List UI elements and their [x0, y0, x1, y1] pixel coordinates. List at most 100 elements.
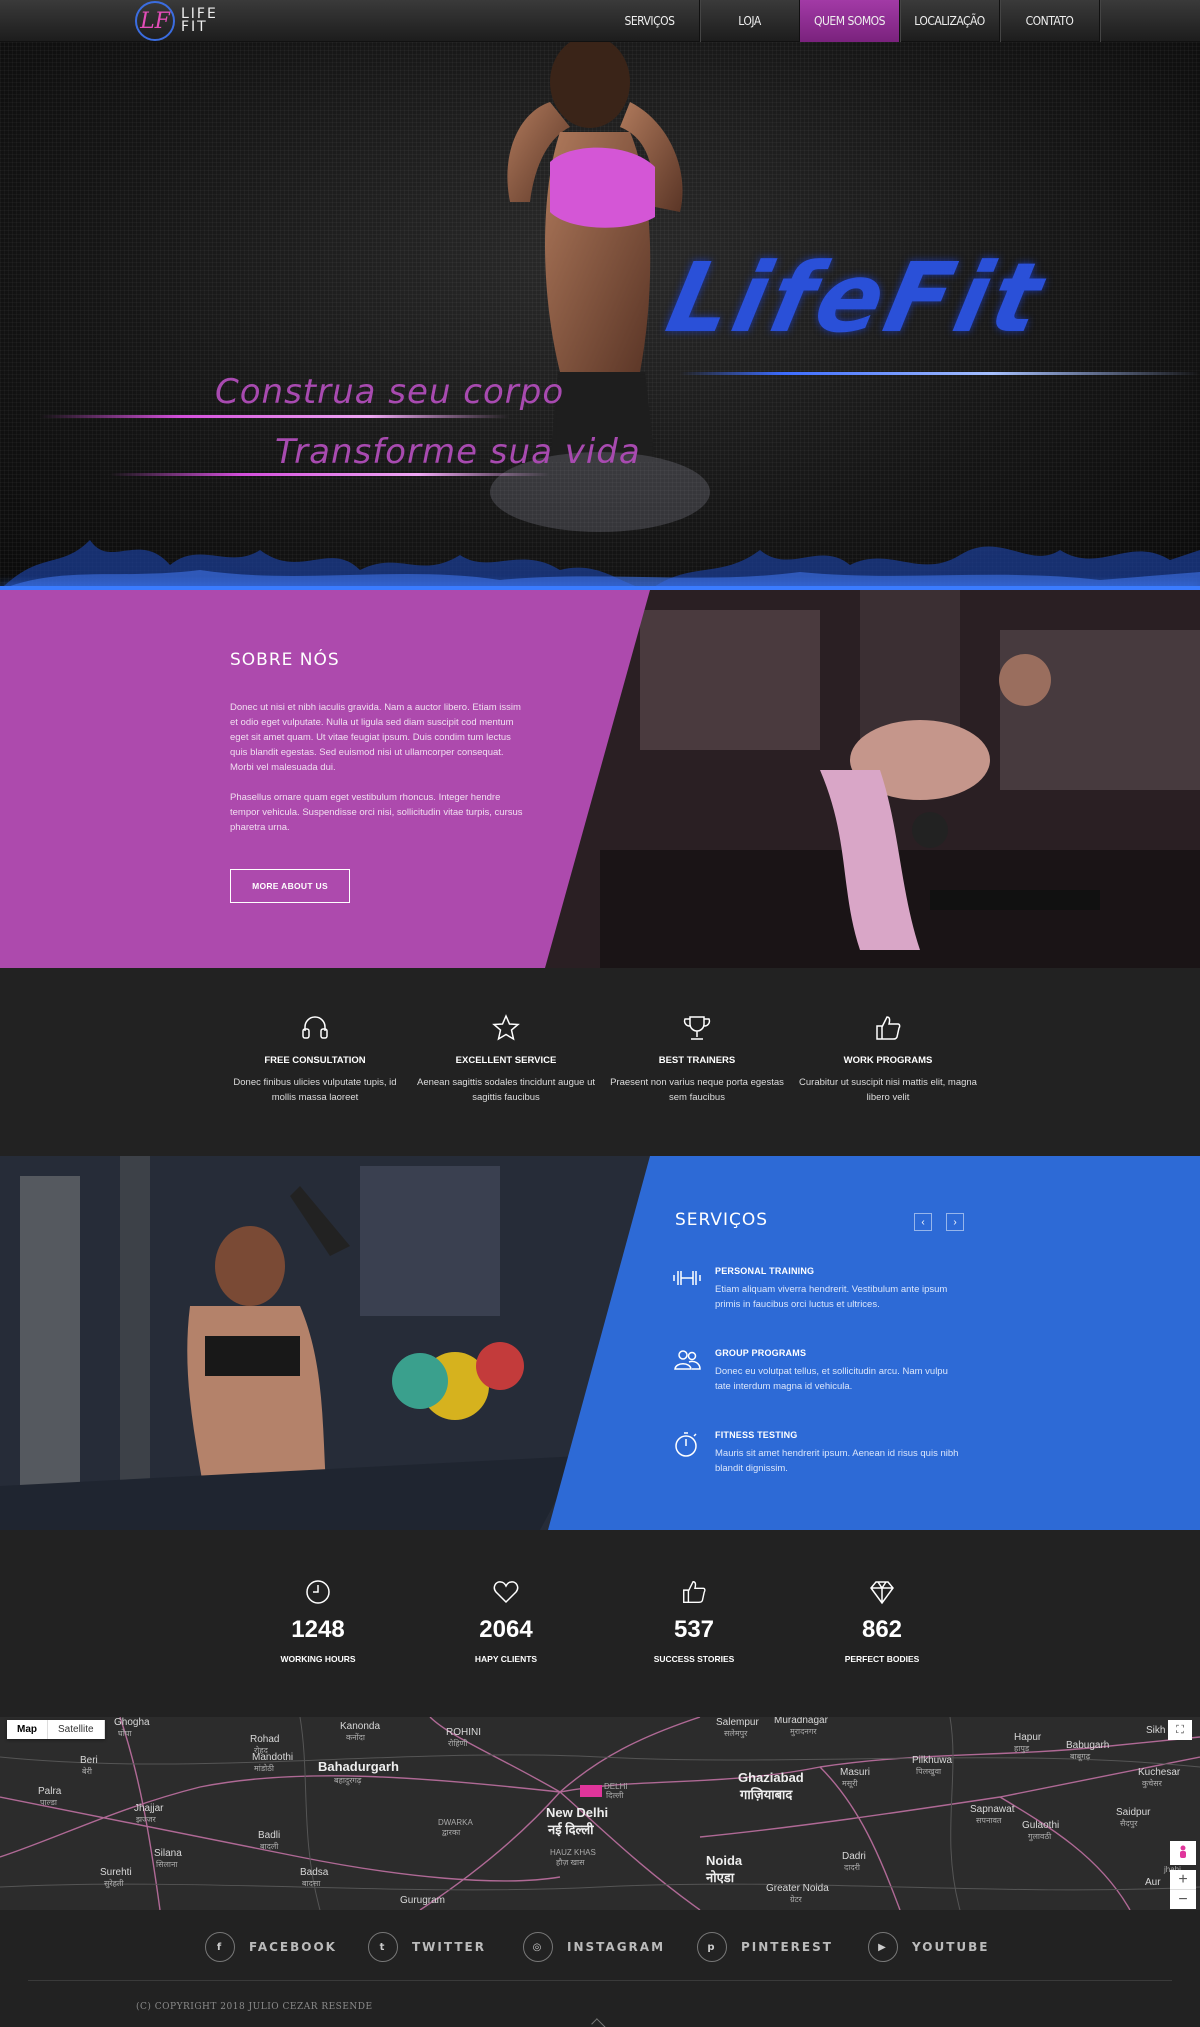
map-label: ROHINI: [446, 1727, 481, 1738]
map-label: हापुड़: [1014, 1744, 1030, 1753]
feature-title: BEST TRAINERS: [658, 1055, 736, 1066]
map-label: Muradnagar: [774, 1717, 828, 1726]
feature-title: FREE CONSULTATION: [264, 1055, 366, 1066]
diamond-icon: [870, 1581, 894, 1605]
hero-brand-glow-line: [680, 372, 1200, 375]
map-label: Babugarh: [1066, 1740, 1110, 1751]
menu-item-quem-somos[interactable]: QUEM SOMOS: [800, 0, 900, 42]
location-map[interactable]: Ghogha घोघा Kanonda कनोंदा ROHINI रोहिणी…: [0, 1717, 1200, 1910]
feature-item: BEST TRAINERS Praesent non varius neque …: [602, 1013, 792, 1105]
service-desc: Etiam aliquam viverra hendrerit. Vestibu…: [715, 1284, 948, 1310]
about-section: SOBRE NÓS Donec ut nisi et nibh iaculis …: [0, 590, 1200, 968]
stat-label: HAPY CLIENTS: [474, 1654, 538, 1664]
more-about-us-button[interactable]: MORE ABOUT US: [230, 869, 350, 903]
social-label: FACEBOOK: [249, 1940, 337, 1954]
map-label: बेरी: [82, 1767, 92, 1776]
scroll-up-icon[interactable]: [591, 2018, 607, 2027]
map-label: Silana: [154, 1848, 182, 1859]
map-label: हौज़ खास: [556, 1858, 585, 1867]
social-link-pinterest[interactable]: p PINTEREST: [697, 1932, 833, 1962]
stat-item: 862 PERFECT BODIES: [802, 1578, 962, 1664]
map-zoom-out-button[interactable]: −: [1170, 1889, 1196, 1909]
stat-value: 2064: [479, 1616, 533, 1643]
map-label: दिल्ली: [606, 1791, 624, 1800]
feature-item: WORK PROGRAMS Curabitur ut suscipit nisi…: [793, 1013, 983, 1105]
map-label: सिलाना: [156, 1860, 178, 1869]
map-zoom-in-button[interactable]: +: [1170, 1870, 1196, 1889]
stat-label: PERFECT BODIES: [844, 1654, 920, 1664]
hero-slogan-1: Construa seu corpo: [215, 372, 565, 412]
map-label: सलेमपुर: [724, 1729, 748, 1738]
map-label: ग्रेटर: [790, 1895, 802, 1904]
footer: f FACEBOOK t TWITTER ◎ INSTAGRAM p PINTE…: [0, 1910, 1200, 2027]
feature-desc: Aenean sagittis sodales tincidunt augue …: [417, 1077, 595, 1103]
social-link-instagram[interactable]: ◎ INSTAGRAM: [523, 1932, 665, 1962]
stat-value: 1248: [291, 1616, 345, 1643]
map-label: Sikh: [1146, 1725, 1166, 1736]
map-label: कुचेसर: [1142, 1779, 1162, 1788]
social-label: YOUTUBE: [912, 1940, 990, 1954]
slogan-glow-line-2: [110, 473, 550, 476]
street-view-pegman-icon[interactable]: [1170, 1841, 1196, 1865]
facebook-icon: f: [205, 1932, 235, 1962]
map-label: द्वारका: [442, 1828, 461, 1837]
map-label: घोघा: [118, 1729, 132, 1738]
map-label: Sapnawat: [970, 1804, 1015, 1815]
clock-icon: [306, 1580, 330, 1604]
page: LF LIFE FIT SERVIÇOS LOJA QUEM SOMOS LOC…: [0, 0, 1200, 2027]
map-label: Greater Noida: [766, 1883, 829, 1894]
map-fullscreen-icon[interactable]: ⛶: [1168, 1720, 1192, 1740]
menu-item-localizacao[interactable]: LOCALIZAÇÃO: [900, 0, 1000, 42]
pinterest-icon: p: [697, 1932, 727, 1962]
features-section: FREE CONSULTATION Donec finibus ulicies …: [0, 968, 1200, 1156]
social-link-youtube[interactable]: ▶ YOUTUBE: [868, 1932, 989, 1962]
map-label: HAUZ KHAS: [550, 1848, 596, 1857]
map-label: सुरेहती: [104, 1879, 124, 1888]
map-label: Gurugram: [400, 1895, 446, 1906]
trophy-icon: [683, 1016, 711, 1040]
top-nav: LF LIFE FIT SERVIÇOS LOJA QUEM SOMOS LOC…: [0, 0, 1200, 42]
map-label: नई दिल्ली: [548, 1822, 594, 1837]
map-label: Palra: [38, 1786, 62, 1797]
services-next-button[interactable]: ›: [946, 1213, 964, 1231]
logo[interactable]: LF LIFE FIT: [135, 1, 218, 41]
map-label: Dadri: [842, 1851, 866, 1862]
about-paragraph-2: Phasellus ornare quam eget vestibulum rh…: [230, 792, 523, 833]
feature-desc: Praesent non varius neque porta egestas …: [610, 1077, 784, 1103]
stat-item: 1248 WORKING HOURS: [238, 1578, 398, 1664]
map-type-toggle: Map Satellite: [7, 1720, 105, 1739]
stat-value: 537: [673, 1616, 715, 1643]
map-label: मसूरी: [842, 1779, 858, 1788]
stat-item: 537 SUCCESS STORIES: [614, 1578, 774, 1664]
logo-line2: FIT: [181, 19, 208, 35]
menu-item-servicos[interactable]: SERVIÇOS: [600, 0, 700, 42]
map-label: रोहिणी: [448, 1739, 468, 1748]
service-title: GROUP PROGRAMS: [715, 1348, 807, 1358]
group-icon: [674, 1350, 701, 1370]
instagram-icon: ◎: [523, 1932, 553, 1962]
feature-title: EXCELLENT SERVICE: [455, 1055, 557, 1066]
feature-item: EXCELLENT SERVICE Aenean sagittis sodale…: [411, 1013, 601, 1105]
services-prev-button[interactable]: ‹: [914, 1213, 932, 1231]
map-label: Badsa: [300, 1867, 329, 1878]
copyright: (C) COPYRIGHT 2018 JULIO CEZAR RESENDE: [136, 2002, 373, 2012]
stat-item: 2064 HAPY CLIENTS: [426, 1578, 586, 1664]
service-desc: Donec eu volutpat tellus, et sollicitudi…: [715, 1366, 948, 1392]
social-label: PINTEREST: [741, 1940, 833, 1954]
youtube-icon: ▶: [868, 1932, 898, 1962]
map-label: Saidpur: [1116, 1807, 1151, 1818]
services-section: SERVIÇOS ‹ › PERSONAL TRAINING Etiam ali…: [0, 1156, 1200, 1530]
social-link-twitter[interactable]: t TWITTER: [368, 1932, 486, 1962]
star-icon: [492, 1014, 520, 1041]
map-label: Kanonda: [340, 1721, 381, 1732]
map-label: गुलावठी: [1028, 1832, 1052, 1841]
social-link-facebook[interactable]: f FACEBOOK: [205, 1932, 337, 1962]
map-label: सैदपुर: [1120, 1819, 1138, 1828]
service-title: FITNESS TESTING: [715, 1430, 798, 1440]
map-label: Beri: [80, 1755, 98, 1766]
logo-text: LIFE FIT: [181, 7, 218, 35]
menu-item-loja[interactable]: LOJA: [700, 0, 800, 42]
menu-item-contato[interactable]: CONTATO: [1000, 0, 1100, 42]
map-type-map-button[interactable]: Map: [7, 1720, 48, 1739]
map-type-satellite-button[interactable]: Satellite: [48, 1720, 105, 1739]
